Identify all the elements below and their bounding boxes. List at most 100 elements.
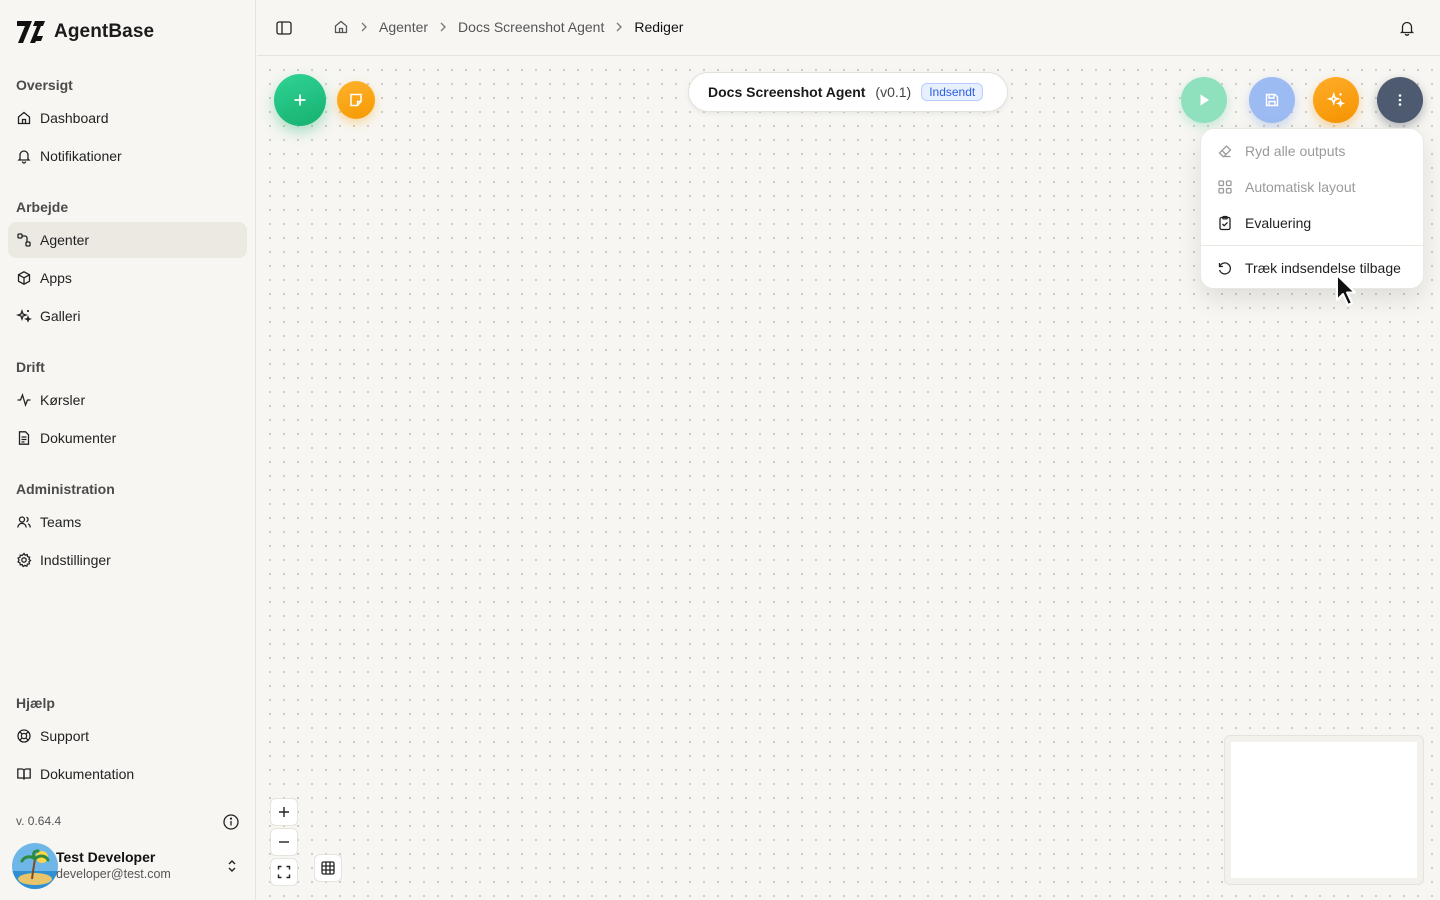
plus-icon <box>279 807 289 817</box>
run-button[interactable] <box>1181 77 1227 123</box>
sidebar-item-label: Dokumentation <box>40 766 135 782</box>
chevrons-up-down-icon <box>228 860 236 872</box>
breadcrumb: Agenter Docs Screenshot Agent Rediger <box>333 19 683 35</box>
layout-grid-icon <box>1218 180 1232 194</box>
sidebar-item-indstillinger[interactable]: Indstillinger <box>8 542 247 578</box>
menu-item-auto-layout[interactable]: Automatisk layout <box>1209 170 1417 204</box>
fit-view-button[interactable] <box>270 858 298 886</box>
group-title-hjaelp: Hjælp <box>16 695 55 711</box>
user-menu[interactable]: Test Developer developer@test.com <box>12 842 248 890</box>
chevron-right-icon <box>361 22 367 32</box>
cube-icon <box>17 271 31 285</box>
avatar <box>12 843 58 889</box>
sidebar-item-support[interactable]: Support <box>8 718 247 754</box>
user-email: developer@test.com <box>56 867 171 881</box>
gear-icon <box>17 552 32 568</box>
undo-icon <box>1218 262 1232 275</box>
more-vertical-icon <box>1398 94 1402 106</box>
menu-item-label: Evaluering <box>1245 215 1312 231</box>
group-title-arbejde: Arbejde <box>16 199 69 215</box>
add-note-button[interactable] <box>337 81 375 119</box>
sidebar-item-label: Notifikationer <box>40 148 122 164</box>
chevron-right-icon <box>616 22 623 32</box>
zoom-out-button[interactable] <box>270 828 298 856</box>
more-options-button[interactable] <box>1377 77 1423 123</box>
sidebar-item-dashboard[interactable]: Dashboard <box>8 100 247 136</box>
chevron-right-icon <box>440 22 446 32</box>
breadcrumb-current: Rediger <box>634 19 684 35</box>
menu-divider <box>1201 245 1423 246</box>
notifications-bell-icon[interactable] <box>1398 19 1416 37</box>
eraser-icon <box>1218 145 1232 158</box>
agent-title-pill[interactable]: Docs Screenshot Agent (v0.1) Indsendt <box>688 72 1008 112</box>
agent-title: Docs Screenshot Agent <box>708 84 866 100</box>
minimap[interactable] <box>1224 735 1424 885</box>
sidebar-item-label: Dashboard <box>40 110 109 126</box>
group-title-oversigt: Oversigt <box>16 77 73 93</box>
sidebar-item-label: Teams <box>40 514 82 530</box>
sidebar-item-agenter[interactable]: Agenter <box>8 222 247 258</box>
save-button[interactable] <box>1249 77 1295 123</box>
maximize-icon <box>277 865 291 879</box>
minimap-viewport <box>1231 742 1417 878</box>
group-title-drift: Drift <box>16 359 45 375</box>
mouse-cursor-icon <box>1336 274 1356 306</box>
brand-name: AgentBase <box>54 21 155 42</box>
sparkles-icon <box>1327 91 1345 108</box>
info-icon[interactable] <box>222 813 240 831</box>
clipboard-check-icon <box>1219 215 1231 231</box>
toggle-grid-button[interactable] <box>314 854 342 882</box>
brand-logo <box>17 21 45 43</box>
play-icon <box>1200 94 1209 106</box>
sidebar-item-dokumenter[interactable]: Dokumenter <box>8 420 247 456</box>
sparkles-icon <box>16 308 32 323</box>
workflow-icon <box>17 233 31 247</box>
more-options-menu: Ryd alle outputs Automatisk layout Evalu… <box>1200 128 1424 289</box>
minus-icon <box>279 841 289 843</box>
menu-item-withdraw-submission[interactable]: Træk indsendelse tilbage <box>1209 251 1417 285</box>
sidebar-item-korsler[interactable]: Kørsler <box>8 382 247 418</box>
activity-icon <box>17 393 31 407</box>
menu-item-label: Træk indsendelse tilbage <box>1245 260 1401 276</box>
sidebar-item-dokumentation[interactable]: Dokumentation <box>8 756 247 792</box>
sidebar-item-label: Support <box>40 728 90 744</box>
ai-assistant-button[interactable] <box>1313 77 1359 123</box>
breadcrumb-agent[interactable]: Docs Screenshot Agent <box>458 19 604 35</box>
save-icon <box>1265 93 1279 107</box>
sidebar-item-teams[interactable]: Teams <box>8 504 247 540</box>
sidebar-item-label: Apps <box>40 270 72 286</box>
zoom-in-button[interactable] <box>270 798 298 826</box>
sidebar: AgentBase Oversigt Dashboard Notifikatio… <box>0 0 256 900</box>
plus-icon <box>294 94 306 106</box>
sticky-note-icon <box>350 93 362 107</box>
document-icon <box>18 431 30 445</box>
sidebar-item-label: Indstillinger <box>40 552 111 568</box>
sidebar-item-label: Kørsler <box>40 392 86 408</box>
brand[interactable]: AgentBase <box>16 18 154 46</box>
grid-icon <box>321 861 335 875</box>
book-icon <box>17 768 31 780</box>
sidebar-toggle-icon[interactable] <box>275 19 293 37</box>
zoom-controls <box>270 798 298 888</box>
group-title-administration: Administration <box>16 481 115 497</box>
add-node-button[interactable] <box>274 74 326 126</box>
users-icon <box>17 516 31 528</box>
breadcrumb-agenter[interactable]: Agenter <box>379 19 428 35</box>
bell-icon <box>17 150 31 164</box>
sidebar-item-label: Galleri <box>40 308 81 324</box>
home-icon <box>17 111 31 125</box>
app-version: v. 0.64.4 <box>16 814 62 828</box>
user-name: Test Developer <box>56 849 156 865</box>
menu-item-clear-outputs[interactable]: Ryd alle outputs <box>1209 134 1417 168</box>
lifebuoy-icon <box>17 729 31 743</box>
sidebar-item-notifikationer[interactable]: Notifikationer <box>8 138 247 174</box>
menu-item-label: Automatisk layout <box>1245 179 1356 195</box>
menu-item-label: Ryd alle outputs <box>1245 143 1346 159</box>
sidebar-item-label: Dokumenter <box>40 430 117 446</box>
agent-version: (v0.1) <box>875 84 912 100</box>
menu-item-evaluation[interactable]: Evaluering <box>1209 206 1417 240</box>
sidebar-item-galleri[interactable]: Galleri <box>8 298 247 334</box>
breadcrumb-home-icon[interactable] <box>333 19 349 35</box>
top-bar: Agenter Docs Screenshot Agent Rediger <box>257 0 1440 56</box>
sidebar-item-apps[interactable]: Apps <box>8 260 247 296</box>
